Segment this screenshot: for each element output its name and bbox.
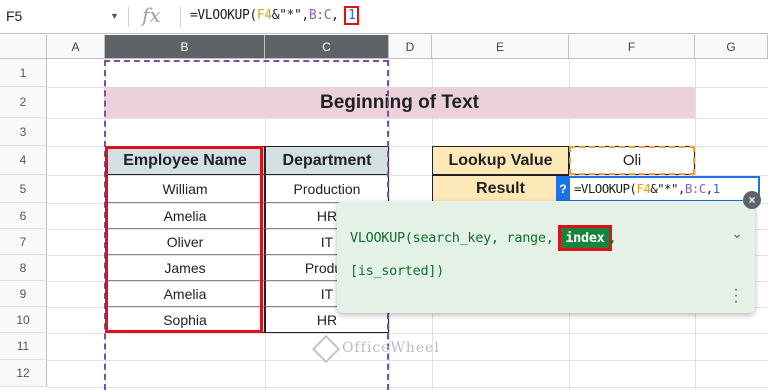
close-icon[interactable]: ×	[743, 191, 761, 209]
row-header-2[interactable]: 2	[0, 87, 47, 118]
signature-text: [is_sorted])	[350, 263, 444, 279]
reference-highlight-f4	[569, 146, 695, 175]
select-all-corner[interactable]	[0, 35, 47, 59]
result-label[interactable]: Result	[432, 175, 569, 203]
row-header-11[interactable]: 11	[0, 333, 47, 360]
name-box[interactable]: F5	[6, 8, 22, 24]
column-header-c[interactable]: C	[265, 35, 389, 59]
signature-text: VLOOKUP(search_key, range,	[350, 230, 562, 246]
row-header-1[interactable]: 1	[0, 59, 47, 87]
formula-text: &"*",	[271, 8, 310, 23]
row-header-4[interactable]: 4	[0, 146, 47, 175]
formula-ref-range: B:C	[684, 181, 706, 196]
cell-editor-input[interactable]: =VLOOKUP(F4&"*",B:C,1	[556, 176, 760, 202]
formula-ref-f4: F4	[636, 181, 651, 196]
row-header-12[interactable]: 12	[0, 360, 47, 387]
column-header-d[interactable]: D	[389, 35, 432, 59]
row-header-7[interactable]: 7	[0, 229, 47, 255]
row-header-10[interactable]: 10	[0, 307, 47, 333]
column-header-b[interactable]: B	[105, 35, 265, 59]
signature-index-arg: index	[558, 225, 612, 251]
formula-index-arg: 1	[712, 181, 721, 196]
row-header-3[interactable]: 3	[0, 118, 47, 146]
column-header-e[interactable]: E	[432, 35, 569, 59]
formula-text: ,	[705, 181, 714, 196]
more-vert-icon[interactable]: · · ·	[733, 282, 739, 310]
formula-input[interactable]: =VLOOKUP(F4&"*",B:C, 1	[190, 6, 360, 25]
formula-index-arg: 1	[343, 6, 360, 25]
chevron-down-icon[interactable]: ▼	[110, 11, 119, 21]
function-help-popup: VLOOKUP(search_key, range, index, [is_sor…	[337, 201, 755, 313]
formula-text: =VLOOKUP(	[574, 181, 637, 196]
watermark-text: OfficeWheel	[342, 340, 440, 356]
column-header-a[interactable]: A	[47, 35, 105, 59]
row-header-9[interactable]: 9	[0, 281, 47, 307]
formula-text: &"*",	[650, 181, 685, 196]
divider	[180, 7, 181, 27]
formula-text: ,	[331, 8, 339, 23]
row-header-8[interactable]: 8	[0, 255, 47, 281]
row-header-5[interactable]: 5	[0, 175, 47, 203]
highlight-name-column	[105, 146, 263, 333]
signature-text: ,	[608, 230, 617, 246]
formula-ref-f4: F4	[256, 8, 272, 23]
column-header-g[interactable]: G	[695, 35, 768, 59]
formula-bar: F5 ▼ fx =VLOOKUP(F4&"*",B:C, 1	[0, 0, 768, 34]
row-header-6[interactable]: 6	[0, 203, 47, 229]
formula-text: =VLOOKUP(	[190, 8, 257, 23]
formula-ref-range: B:C	[308, 8, 332, 23]
chevron-down-icon[interactable]: ⌄	[731, 225, 743, 242]
help-toggle-button[interactable]: ?	[556, 176, 570, 202]
function-signature: VLOOKUP(search_key, range, index, [is_sor…	[350, 222, 650, 288]
column-header-f[interactable]: F	[569, 35, 695, 59]
divider	[128, 7, 129, 27]
lookup-value-label[interactable]: Lookup Value	[432, 146, 569, 175]
fx-icon: fx	[142, 3, 161, 27]
